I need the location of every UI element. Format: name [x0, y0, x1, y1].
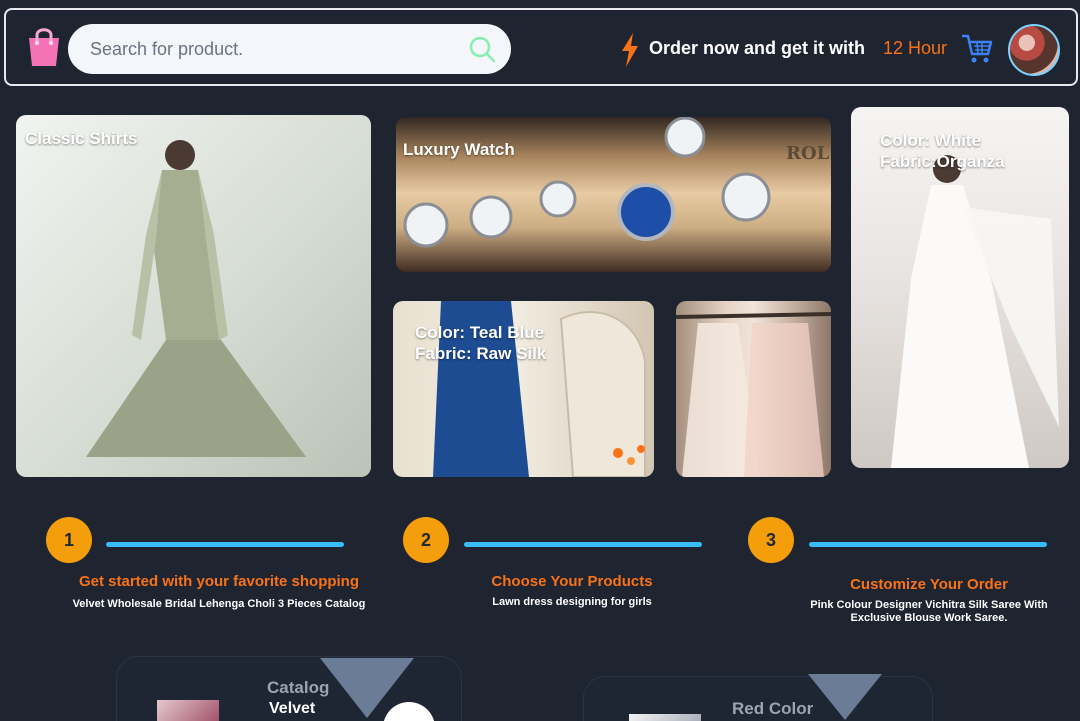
top-header: Order now and get it with 12 Hour [4, 8, 1078, 86]
gallery-card-classic-shirts[interactable]: Classic Shirts [16, 115, 371, 477]
gallery-card-teal-blue[interactable]: Color: Teal Blue Fabric: Raw Silk [393, 301, 654, 477]
product-name: Velvet [269, 700, 316, 717]
gallery-label: Color: Teal Blue Fabric: Raw Silk [415, 323, 547, 363]
step-2-line [464, 542, 702, 547]
shopping-bag-icon[interactable] [24, 24, 64, 70]
step-2-badge: 2 [403, 517, 449, 563]
product-category: Red Color [732, 699, 814, 718]
step-1-line [106, 542, 344, 547]
search-icon[interactable] [467, 34, 497, 64]
search-bar [68, 24, 511, 74]
gowns-rack-image [676, 312, 831, 477]
step-3-line [809, 542, 1047, 547]
gallery-card-luxury-watch[interactable]: ROL Luxury Watch [396, 117, 831, 272]
delivery-promo-text: Order now and get it with [649, 38, 865, 58]
step-3-description: Pink Colour Designer Vichitra Silk Saree… [810, 599, 1048, 625]
step-2-description: Lawn dress designing for girls [492, 596, 652, 608]
step-2-title: Choose Your Products [491, 573, 653, 590]
step-3-title: Customize Your Order [850, 576, 1008, 593]
product-thumbnail [629, 714, 701, 721]
step-3-badge: 3 [748, 517, 794, 563]
lightning-bolt-icon [622, 33, 638, 67]
search-input[interactable] [90, 24, 450, 74]
delivery-time: 12 Hour [883, 38, 948, 58]
shopping-cart-icon[interactable] [960, 32, 994, 66]
step-1-title: Get started with your favorite shopping [78, 573, 360, 590]
svg-text:ROL: ROL [786, 143, 830, 164]
product-thumbnail [157, 700, 219, 721]
chevron-down-icon[interactable] [320, 658, 414, 718]
gallery-card-white-organza[interactable]: Color: White Fabric:Organza [851, 107, 1069, 468]
step-1-description: Velvet Wholesale Bridal Lehenga Choli 3 … [72, 598, 366, 610]
gallery-label: Luxury Watch [403, 140, 515, 159]
chevron-down-icon[interactable] [808, 674, 882, 720]
gallery-label: Classic Shirts [25, 129, 138, 148]
gallery-label: Color: White Fabric:Organza [880, 131, 1005, 171]
user-avatar[interactable] [1008, 24, 1060, 76]
gallery-card-bridal-gowns[interactable] [676, 301, 831, 477]
step-1-badge: 1 [46, 517, 92, 563]
lehenga-dress-image [86, 140, 306, 457]
